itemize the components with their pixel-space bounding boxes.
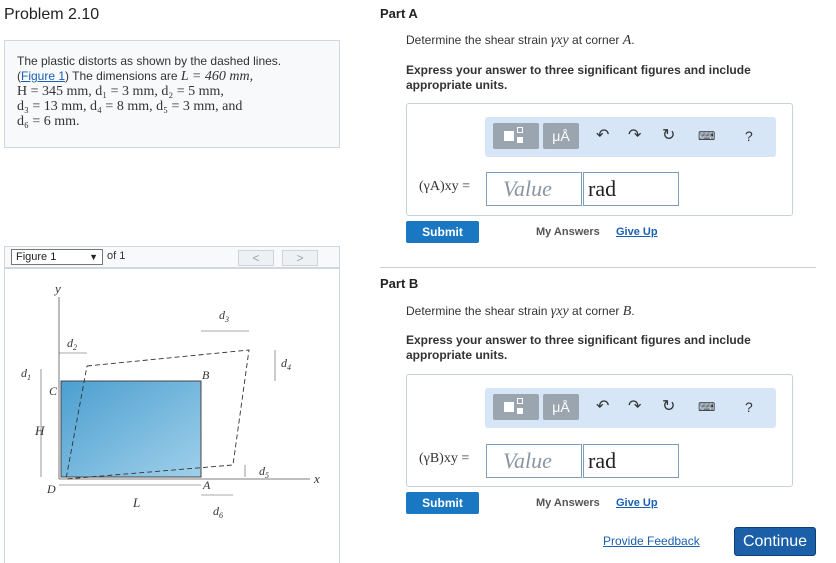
part-b-symbol: γxy (550, 304, 569, 319)
part-b-answer-label: (γB)xy = (419, 451, 470, 466)
plastic-plate (60, 380, 202, 478)
problem-title: Problem 2.10 (4, 6, 100, 23)
part-b-question-suffix: at corner (568, 304, 623, 318)
label-d4: d4 (281, 356, 291, 372)
part-b-give-up-link[interactable]: Give Up (616, 497, 658, 509)
keyboard-icon[interactable]: ⌨ (698, 397, 715, 417)
label-B: B (202, 368, 210, 382)
undo-icon[interactable]: ↶ (596, 397, 609, 417)
help-button[interactable]: ? (745, 126, 753, 146)
figure-diagram: y x B C A D H L d1 d2 d3 d4 d5 d6 (21, 281, 320, 520)
redo-icon[interactable]: ↷ (628, 397, 641, 417)
undo-icon[interactable]: ↶ (596, 126, 609, 146)
redo-icon[interactable]: ↷ (628, 126, 641, 146)
continue-button[interactable]: Continue (734, 527, 816, 556)
label-d3: d3 (219, 308, 229, 324)
templates-icon[interactable] (493, 394, 539, 420)
figure-select[interactable]: Figure 1 ▼ (11, 249, 103, 265)
part-a-title: Part A (380, 6, 418, 21)
problem-line2: The dimensions are (69, 69, 181, 83)
part-a-answer-card: μÅ ↶ ↷ ↻ ⌨ ? (γA)xy = Value rad (406, 103, 793, 216)
part-b-math-toolbar: μÅ ↶ ↷ ↻ ⌨ ? (485, 388, 776, 428)
part-b-question: Determine the shear strain γxy at corner… (406, 304, 635, 319)
units-button[interactable]: μÅ (543, 123, 579, 149)
part-b-title: Part B (380, 276, 419, 291)
part-a-instruction: Express your answer to three significant… (406, 63, 751, 92)
label-d6: d6 (213, 504, 223, 520)
part-a-question-suffix: at corner (568, 33, 623, 47)
part-a-value-input[interactable]: Value (486, 172, 582, 206)
part-b-submit-button[interactable]: Submit (406, 492, 479, 514)
reset-icon[interactable]: ↻ (662, 126, 675, 146)
part-b-corner: B (622, 304, 632, 319)
help-button[interactable]: ? (745, 397, 753, 417)
figure-link[interactable]: Figure 1 (21, 69, 65, 83)
part-a-math-toolbar: μÅ ↶ ↷ ↻ ⌨ ? (485, 117, 776, 157)
dim-d6: d₆ = 6 mm. (17, 114, 80, 129)
label-C: C (49, 384, 58, 398)
part-a-question-prefix: Determine the shear strain (406, 33, 551, 47)
keyboard-icon[interactable]: ⌨ (698, 126, 715, 146)
figure-count: of 1 (107, 250, 126, 262)
part-a-answer-label: (γA)xy = (419, 179, 471, 194)
chevron-down-icon: ▼ (89, 252, 98, 262)
label-y: y (53, 281, 61, 296)
part-a-corner: A (622, 33, 632, 48)
part-divider (380, 267, 816, 268)
problem-intro: The plastic distorts as shown by the das… (17, 54, 282, 68)
part-b-instruction: Express your answer to three significant… (406, 333, 751, 362)
label-d1: d1 (21, 366, 31, 382)
part-b-unit-input[interactable]: rad (583, 444, 679, 478)
prev-figure-button[interactable]: < (238, 250, 274, 266)
part-a-symbol: γxy (550, 33, 569, 48)
part-a-my-answers[interactable]: My Answers (536, 226, 600, 238)
label-D: D (46, 482, 56, 496)
part-a-question: Determine the shear strain γxy at corner… (406, 33, 635, 48)
templates-icon[interactable] (493, 123, 539, 149)
units-button[interactable]: μÅ (543, 394, 579, 420)
part-b-my-answers[interactable]: My Answers (536, 497, 600, 509)
label-d2: d2 (67, 336, 77, 352)
figure-select-value: Figure 1 (16, 251, 57, 263)
dim-H: H = 345 mm, d₁ = 3 mm, d₂ = 5 mm, (17, 84, 224, 99)
part-a-unit-input[interactable]: rad (583, 172, 679, 206)
part-b-question-prefix: Determine the shear strain (406, 304, 551, 318)
part-b-value-input[interactable]: Value (486, 444, 582, 478)
label-d5: d5 (259, 464, 269, 480)
next-figure-button[interactable]: > (282, 250, 318, 266)
provide-feedback-link[interactable]: Provide Feedback (603, 534, 700, 548)
dim-d3: d₃ = 13 mm, d₄ = 8 mm, d₅ = 3 mm, and (17, 99, 243, 114)
part-a-submit-button[interactable]: Submit (406, 221, 479, 243)
part-b-answer-card: μÅ ↶ ↷ ↻ ⌨ ? (γB)xy = Value rad (406, 374, 793, 487)
part-a-give-up-link[interactable]: Give Up (616, 226, 658, 238)
label-L: L (132, 495, 140, 510)
label-H: H (34, 423, 45, 438)
figure-panel: y x B C A D H L d1 d2 d3 d4 d5 d6 (4, 268, 340, 563)
figure-toolbar: Figure 1 ▼ of 1 < > (4, 246, 340, 268)
reset-icon[interactable]: ↻ (662, 397, 675, 417)
label-A: A (202, 478, 211, 492)
problem-statement: The plastic distorts as shown by the das… (4, 40, 340, 148)
label-x: x (313, 471, 320, 486)
dim-L: L = 460 mm, (180, 69, 254, 84)
